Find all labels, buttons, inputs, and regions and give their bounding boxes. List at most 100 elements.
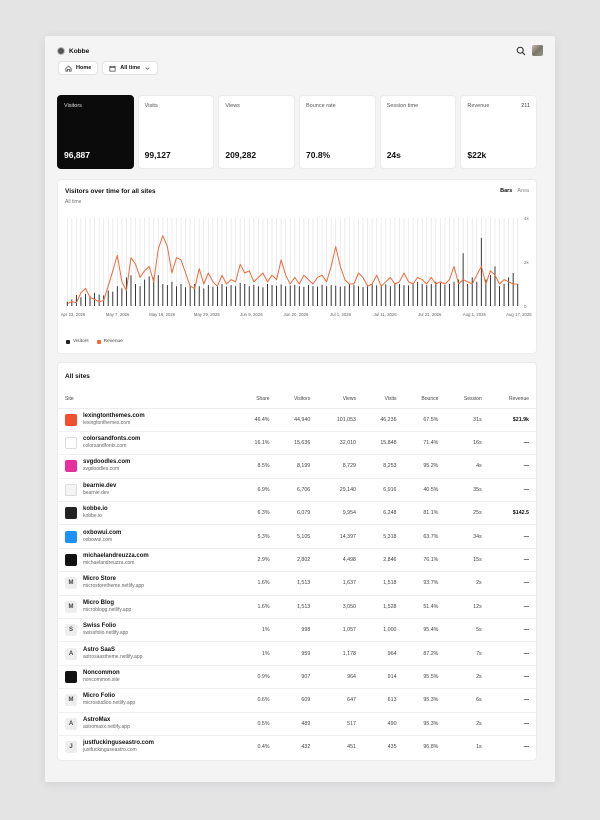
x-tick-label: Jun 9, 2026 [240, 312, 263, 317]
column-header[interactable]: Views [317, 391, 363, 409]
legend-swatch-visitors [66, 339, 70, 344]
site-name[interactable]: michaelandreuzza.com [83, 553, 149, 560]
cell-views: 3,050 [317, 595, 363, 620]
cell-visits: 490 [362, 712, 404, 736]
column-header[interactable]: Site [58, 391, 239, 409]
cell-visitors: 6,706 [276, 478, 318, 503]
cell-visitors: 5,105 [276, 524, 318, 549]
cell-share: 16.1% [238, 431, 277, 456]
table-row[interactable]: bearnie.dev bearnie.dev 6.9% 6,706 29,140 6,9… [58, 478, 536, 503]
site-text: svgdoodles.com svgdoodles.com [83, 459, 130, 473]
table-row[interactable]: oxbowui.com oxbowui.com 5.3% 5,105 14,397 5,3… [58, 524, 536, 549]
cell-share: 8.5% [238, 454, 277, 479]
column-header[interactable]: Visitors [276, 391, 318, 409]
stat-label: Session time [386, 103, 419, 109]
legend-item-visitors: Visitors [66, 339, 89, 344]
table-row[interactable]: lexingtonthemes.com lexingtonthemes.com 46… [58, 408, 536, 432]
site-text: Astro SaaS astrosaastheme.netlify.app [83, 647, 142, 661]
site-name[interactable]: Swiss Folio [83, 623, 128, 630]
date-range-select[interactable]: All time [102, 61, 159, 75]
site-text: AstroMax astromaxx.netlify.app [83, 717, 130, 731]
cell-share: 1% [238, 641, 277, 666]
table-row[interactable]: kobbe.io kobbe.io 6.3% 6,079 9,954 6,248 81.1%… [58, 501, 536, 526]
stat-card-visitors[interactable]: Visitors 96,887 [57, 95, 134, 169]
app-window: Kobbe Home All time Visitors 96,887 Visi… [45, 36, 555, 782]
table-row[interactable]: S Swiss Folio swissfolio.netlify.app 1% 998 1… [58, 618, 536, 643]
stat-card-revenue[interactable]: Revenue 211 $22k [460, 95, 538, 169]
column-header[interactable]: Session [445, 391, 489, 409]
column-header[interactable]: Share [238, 391, 277, 409]
site-cell: M Micro Blog microblogg.netlify.app [58, 595, 239, 620]
cell-bounce: 81.1% [403, 501, 446, 526]
home-button[interactable]: Home [58, 61, 99, 75]
site-cell: S Swiss Folio swissfolio.netlify.app [58, 618, 239, 643]
cell-session: 31s [445, 408, 489, 432]
cell-session: 6s [445, 688, 489, 713]
site-name[interactable]: lexingtonthemes.com [83, 413, 145, 420]
search-icon[interactable] [516, 46, 526, 56]
site-name[interactable]: AstroMax [83, 717, 130, 724]
cell-share: 6.9% [238, 478, 277, 503]
site-name[interactable]: Micro Blog [83, 600, 131, 607]
column-header[interactable]: Bounce [403, 391, 446, 409]
table-row[interactable]: M Micro Store microstoretheme.netlify.app 1… [58, 571, 536, 596]
table-row[interactable]: A AstroMax astromaxx.netlify.app 0.5% 489 517… [58, 712, 536, 736]
site-name[interactable]: colorsandfonts.com [83, 436, 140, 443]
table-row[interactable]: svgdoodles.com svgdoodles.com 8.5% 8,199 8,7… [58, 454, 536, 479]
site-favicon-icon [65, 530, 77, 543]
site-name[interactable]: Micro Folio [83, 693, 135, 700]
site-name[interactable]: justfuckinguseastro.com [83, 740, 154, 747]
site-name[interactable]: Noncommon [83, 670, 120, 677]
site-name[interactable]: oxbowui.com [83, 530, 121, 537]
site-cell: michaelandreuzza.com michaelandreuzza.com [58, 548, 239, 573]
brand[interactable]: Kobbe [57, 47, 89, 55]
table-row[interactable]: colorsandfonts.com colorsandfonts.com 16.1… [58, 431, 536, 456]
table-row[interactable]: Jjustfuckinguseastro.com justfuckinguseas… [58, 735, 536, 758]
site-favicon-icon: M [65, 600, 77, 613]
cell-revenue: — [488, 665, 536, 690]
column-header[interactable]: Revenue [488, 391, 536, 409]
site-cell: Noncommon noncommon.site [58, 665, 239, 690]
stats-row: Visitors 96,887 Visits 99,127 Views 209,… [57, 95, 538, 169]
table-row[interactable]: Noncommon noncommon.site 0.9% 907 964 914 95.5… [58, 665, 536, 690]
cell-visitors: 44,940 [276, 408, 318, 432]
cell-revenue: $21.9k [488, 408, 536, 432]
cell-bounce: 95.3% [403, 688, 446, 713]
stat-card-visits[interactable]: Visits 99,127 [137, 95, 215, 169]
x-tick-label: Jun 20, 2026 [284, 312, 309, 317]
column-header[interactable]: Visits [362, 391, 404, 409]
toggle-area[interactable]: Area [517, 188, 529, 194]
cell-views: 32,010 [317, 431, 363, 456]
site-name[interactable]: kobbe.io [83, 506, 108, 513]
site-cell: bearnie.dev bearnie.dev [58, 478, 239, 503]
cell-bounce: 95.2% [403, 454, 446, 479]
site-wrap: Jjustfuckinguseastro.com justfuckinguseas… [65, 740, 231, 754]
chart-card: Visitors over time for all sites All tim… [57, 179, 537, 354]
table-row[interactable]: michaelandreuzza.com michaelandreuzza.com… [58, 548, 536, 573]
site-name[interactable]: svgdoodles.com [83, 459, 130, 466]
cell-session: 7s [445, 641, 489, 666]
table-row[interactable]: A Astro SaaS astrosaastheme.netlify.app 1% 9… [58, 641, 536, 666]
cell-session: 15s [445, 548, 489, 573]
site-name[interactable]: Astro SaaS [83, 647, 142, 654]
cell-session: 4s [445, 454, 489, 479]
stat-card-bounce-rate[interactable]: Bounce rate 70.8% [299, 95, 376, 169]
toggle-bars[interactable]: Bars [500, 188, 512, 194]
stat-value: 24s [386, 150, 401, 160]
site-favicon-icon: M [65, 577, 77, 590]
avatar[interactable] [532, 45, 543, 56]
site-text: lexingtonthemes.com lexingtonthemes.com [83, 413, 145, 427]
sites-table: Site Share Visitors Views Visits Bounce … [58, 391, 536, 759]
stat-card-views[interactable]: Views 209,282 [218, 95, 296, 169]
stat-card-session-time[interactable]: Session time 24s [379, 95, 457, 169]
site-text: Swiss Folio swissfolio.netlify.app [83, 623, 128, 637]
site-name[interactable]: Micro Store [83, 576, 144, 583]
cell-bounce: 67.5% [403, 408, 446, 432]
table-row[interactable]: M Micro Folio microstudioo.netlify.app 0.6%… [58, 688, 536, 713]
table-row[interactable]: M Micro Blog microblogg.netlify.app 1.6% 1,5… [58, 595, 536, 620]
site-favicon-icon [65, 437, 77, 450]
site-name[interactable]: bearnie.dev [83, 483, 116, 490]
site-url: microblogg.netlify.app [83, 606, 132, 613]
cell-visits: 1,518 [362, 571, 404, 596]
site-url: svgdoodles.com [83, 466, 120, 473]
